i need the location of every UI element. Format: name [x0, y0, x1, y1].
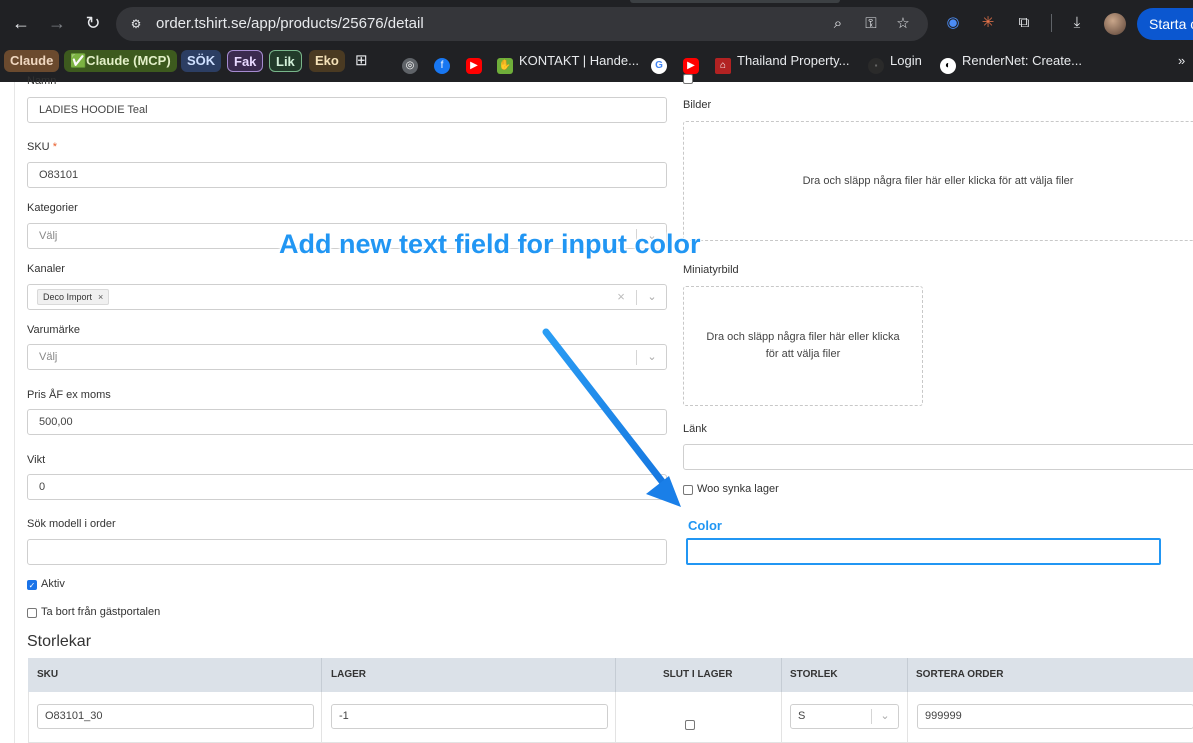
address-bar[interactable]: ⚙ order.tshirt.se/app/products/25676/det…	[116, 7, 928, 41]
site-settings-icon[interactable]: ⚙	[128, 16, 144, 32]
profile-avatar[interactable]	[1104, 13, 1126, 35]
bookmark-thailand[interactable]: ⌂ Thailand Property...	[715, 50, 849, 74]
bookmark-eko[interactable]: Eko	[309, 50, 345, 72]
bookmark-kontakt[interactable]: ✋ KONTAKT | Hande...	[497, 50, 639, 74]
login-site-icon: ▪	[868, 58, 884, 74]
password-key-icon[interactable]: ⚿	[861, 14, 881, 34]
google-icon[interactable]: G	[651, 50, 673, 74]
bookmark-login[interactable]: ▪ Login	[868, 50, 922, 74]
house-icon: ⌂	[715, 58, 731, 74]
url-text[interactable]: order.tshirt.se/app/products/25676/detai…	[156, 15, 424, 32]
facebook-icon[interactable]: f	[434, 50, 456, 74]
bookmark-rendernet[interactable]: ◐ RenderNet: Create...	[940, 50, 1082, 74]
youtube-icon-2[interactable]: ▶	[683, 50, 705, 74]
toolbar-divider	[1051, 14, 1052, 32]
extension-blue-icon[interactable]: ◉	[942, 12, 964, 34]
zoom-icon[interactable]: ⌕	[828, 14, 848, 34]
bookmark-lik[interactable]: Lik	[269, 50, 302, 72]
download-icon[interactable]: ⤓	[1066, 12, 1088, 34]
bookmark-claude[interactable]: Claude	[4, 50, 60, 72]
browser-chrome: ← → ↻ ⚙ order.tshirt.se/app/products/256…	[0, 0, 1193, 82]
globe-icon[interactable]: ◎	[402, 50, 424, 74]
product-detail-page: Namn LADIES HOODIE Teal SKU * O83101 Kat…	[0, 74, 1193, 743]
bookmark-fak[interactable]: Fak	[227, 50, 264, 72]
annotation-arrow-icon	[542, 328, 681, 507]
hand-icon: ✋	[497, 58, 513, 74]
claude-extension-icon[interactable]: ✳	[977, 12, 999, 34]
active-tab-edge	[630, 0, 840, 3]
starta-button[interactable]: Starta c	[1137, 8, 1193, 40]
rendernet-icon: ◐	[940, 58, 956, 74]
back-arrow-icon[interactable]: ←	[9, 11, 33, 35]
extensions-puzzle-icon[interactable]: ⧉	[1013, 12, 1035, 34]
forward-arrow-icon[interactable]: →	[45, 11, 69, 35]
bookmark-claude-mcp[interactable]: ✅Claude (MCP)	[64, 50, 177, 72]
bookmarks-overflow-icon[interactable]: »	[1178, 50, 1185, 72]
reload-icon[interactable]: ↻	[81, 11, 105, 35]
bookmark-sok[interactable]: SÖK	[181, 50, 222, 72]
bookmark-star-icon[interactable]: ☆	[893, 14, 913, 34]
youtube-icon[interactable]: ▶	[466, 50, 488, 74]
apps-grid-icon[interactable]: ⊞	[355, 50, 368, 72]
